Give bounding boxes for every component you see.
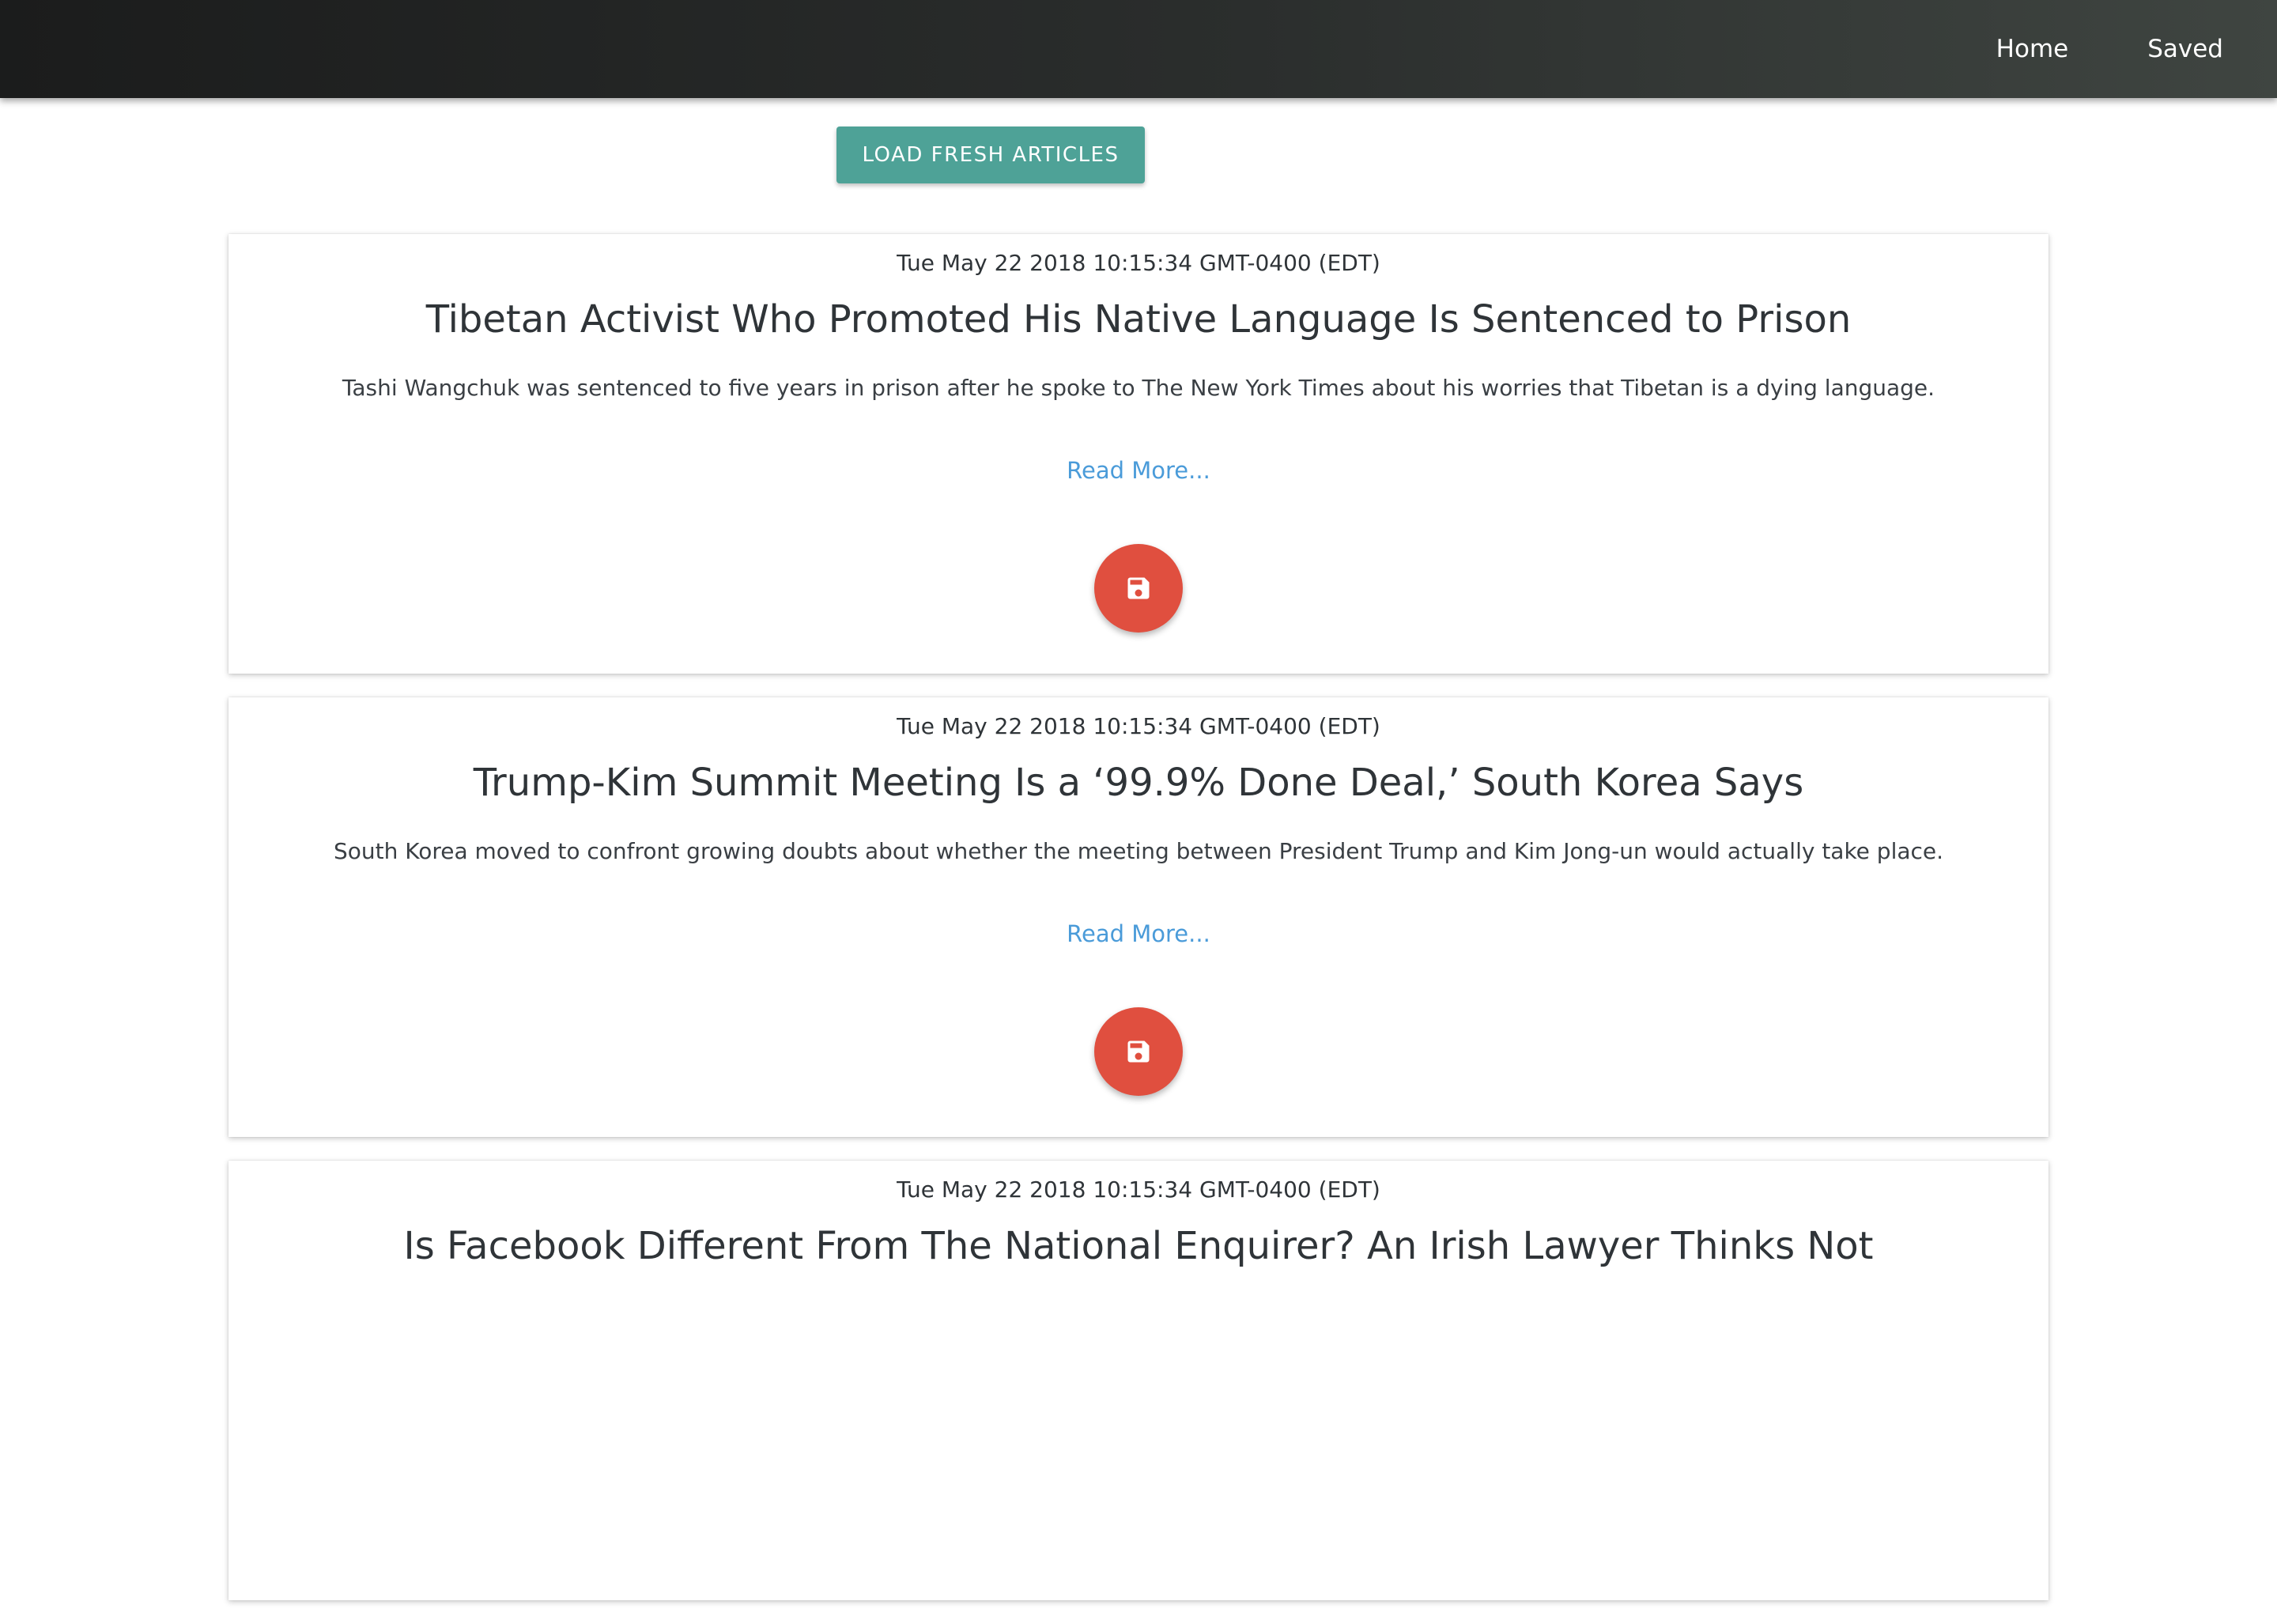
article-title: Tibetan Activist Who Promoted His Native…	[425, 297, 1852, 342]
article-card: Tue May 22 2018 10:15:34 GMT-0400 (EDT) …	[228, 234, 2049, 674]
read-more-link[interactable]: Read More...	[228, 920, 2049, 947]
save-article-button[interactable]	[1094, 1007, 1183, 1096]
nav-links: Home Saved	[1996, 0, 2223, 98]
floppy-disk-icon	[1127, 1040, 1150, 1063]
top-navbar: Home Saved	[0, 0, 2277, 98]
article-summary: South Korea moved to confront growing do…	[333, 838, 1944, 864]
nav-home-link[interactable]: Home	[1996, 35, 2069, 63]
save-article-button[interactable]	[1094, 544, 1183, 633]
load-fresh-articles-button[interactable]: LOAD FRESH ARTICLES	[836, 127, 1145, 183]
floppy-disk-icon	[1127, 577, 1150, 599]
article-card: Tue May 22 2018 10:15:34 GMT-0400 (EDT) …	[228, 697, 2049, 1137]
article-card: Tue May 22 2018 10:15:34 GMT-0400 (EDT) …	[228, 1161, 2049, 1600]
article-title: Is Facebook Different From The National …	[403, 1224, 1874, 1268]
article-feed: Tue May 22 2018 10:15:34 GMT-0400 (EDT) …	[228, 234, 2049, 1624]
article-date: Tue May 22 2018 10:15:34 GMT-0400 (EDT)	[897, 1176, 1380, 1203]
article-title: Trump-Kim Summit Meeting Is a ‘99.9% Don…	[473, 761, 1804, 805]
nav-saved-link[interactable]: Saved	[2147, 35, 2223, 63]
read-more-link[interactable]: Read More...	[228, 457, 2049, 484]
article-date: Tue May 22 2018 10:15:34 GMT-0400 (EDT)	[897, 713, 1380, 739]
article-date: Tue May 22 2018 10:15:34 GMT-0400 (EDT)	[897, 250, 1380, 276]
article-summary: Tashi Wangchuk was sentenced to five yea…	[342, 375, 1935, 401]
